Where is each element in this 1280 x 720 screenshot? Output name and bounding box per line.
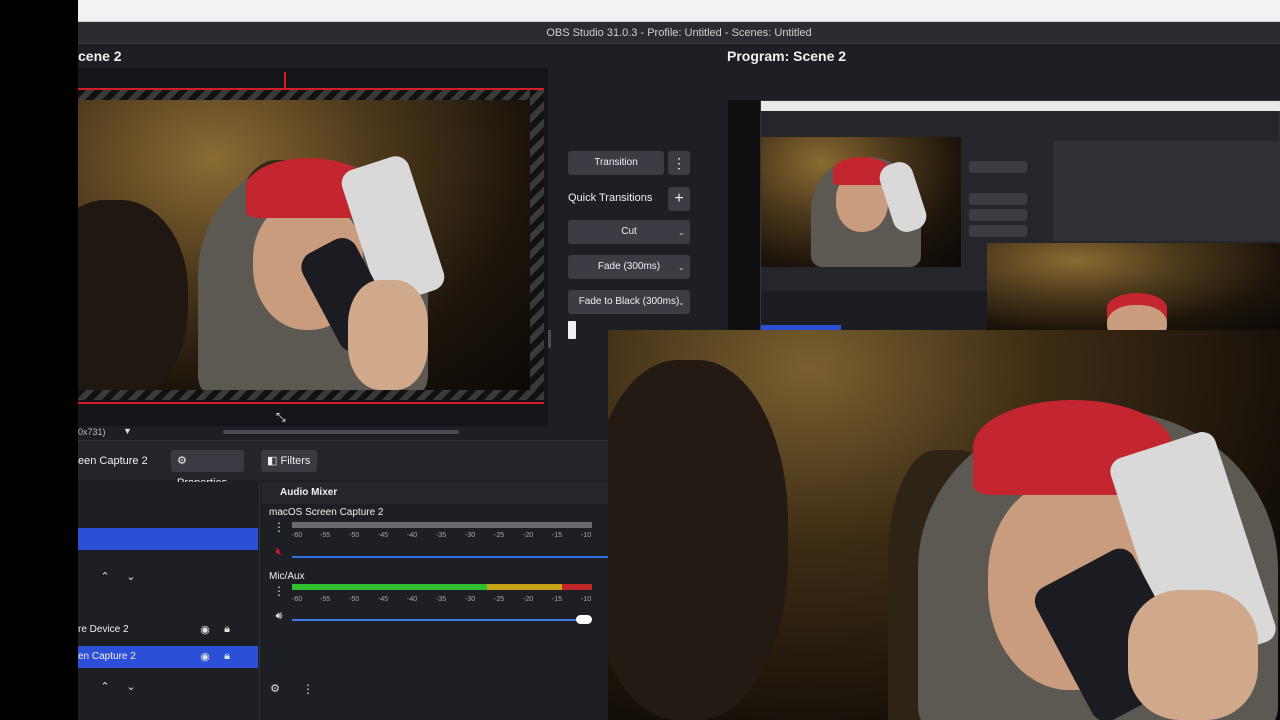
transitions-panel: Transition ⋮ Quick Transitions + Cut ⌄ F… <box>548 68 728 339</box>
preview-camera-feed <box>78 100 530 390</box>
move-down-icon[interactable]: ⌄ <box>124 680 138 693</box>
preview-scrollbar-horizontal[interactable] <box>223 430 459 434</box>
filters-label: Filters <box>280 455 311 467</box>
meter-scale: -60 -55 -50 -45 -40 -35 -30 -25 -20 -15 … <box>292 596 592 603</box>
lock-icon[interactable]: 🔒︎ <box>221 623 233 636</box>
audio-mixer-dock: Audio Mixer macOS Screen Capture 2 ⋮ -60… <box>262 482 610 720</box>
hazard-border-top <box>78 90 544 100</box>
window-title: OBS Studio 31.0.3 - Profile: Untitled - … <box>78 22 1280 44</box>
t-bar-handle[interactable] <box>568 321 576 339</box>
transition-more-icon[interactable]: ⋮ <box>668 151 690 175</box>
mixer-menu-icon[interactable]: ⋮ <box>302 682 314 696</box>
gear-icon: ⚙ <box>177 455 187 467</box>
move-up-icon[interactable]: ⌃ <box>98 680 112 693</box>
audio-mixer-title: Audio Mixer <box>262 482 610 504</box>
mac-menu-bar <box>78 0 1280 22</box>
preview-scene-label: cene 2 <box>78 48 122 64</box>
filters-button[interactable]: ◧ Filters <box>261 450 317 472</box>
left-black-margin <box>0 0 78 720</box>
camera-overlay-feed <box>608 330 1280 720</box>
chevron-down-icon[interactable]: ⌄ <box>678 298 685 307</box>
program-canvas <box>728 100 1280 330</box>
quick-transition-fade-label: Fade (300ms) <box>597 261 661 272</box>
selection-outline-bottom <box>78 402 544 404</box>
quick-transition-fade[interactable]: Fade (300ms) <box>568 255 690 279</box>
quick-transition-fade-to-black[interactable]: Fade to Black (300ms) <box>568 290 690 314</box>
nested-camera-feed <box>987 243 1280 330</box>
hazard-border-right <box>530 90 544 400</box>
program-scene-label: Program: Scene 2 <box>727 48 847 64</box>
scenes-sources-dock: ⌃ ⌄ re Device 2 ◉ 🔒︎ en Capture 2 ◉ 🔒︎ ⌃… <box>78 482 260 720</box>
transition-button[interactable]: Transition <box>568 151 664 175</box>
volume-meter-green <box>292 584 487 590</box>
chevron-down-icon[interactable]: ⌄ <box>678 263 685 272</box>
volume-slider[interactable] <box>292 556 610 558</box>
volume-slider[interactable] <box>292 619 582 621</box>
preview-canvas[interactable]: ⤡ <box>78 68 551 434</box>
source-toolbar <box>78 440 610 480</box>
scene-list-item-selected[interactable] <box>78 528 258 550</box>
channel-menu-icon[interactable]: ⋮ <box>273 520 285 534</box>
nested-preview-feed <box>761 137 961 267</box>
move-up-icon[interactable]: ⌃ <box>98 570 112 583</box>
chevron-down-icon[interactable]: ⌄ <box>678 228 685 237</box>
mute-speaker-icon[interactable]: 🔇︎ <box>273 546 285 559</box>
mixer-channel-name: Mic/Aux <box>269 571 305 582</box>
add-quick-transition-icon[interactable]: + <box>668 187 690 211</box>
volume-meter-red <box>562 584 592 590</box>
volume-meter <box>292 522 592 528</box>
volume-meter-yellow <box>487 584 562 590</box>
resize-cursor-icon: ⤡ <box>276 410 286 424</box>
lock-icon[interactable]: 🔒︎ <box>221 650 233 663</box>
eye-visibility-icon[interactable]: ◉ <box>198 623 212 636</box>
meter-scale: -60 -55 -50 -45 -40 -35 -30 -25 -20 -15 … <box>292 532 592 539</box>
volume-slider-handle[interactable] <box>576 615 592 624</box>
hazard-border-bottom <box>78 390 544 400</box>
channel-menu-icon[interactable]: ⋮ <box>273 584 285 598</box>
properties-button[interactable]: ⚙ Properties <box>171 450 244 489</box>
program-nested-obs-window <box>760 100 1280 330</box>
chevron-down-icon[interactable]: ▼ <box>123 426 132 436</box>
selected-source-name: een Capture 2 <box>78 455 148 467</box>
quick-transition-cut-label: Cut <box>621 226 637 237</box>
obs-window: OBS Studio 31.0.3 - Profile: Untitled - … <box>78 0 1280 720</box>
resize-handle-top[interactable] <box>284 72 286 90</box>
filter-icon: ◧ <box>267 455 278 467</box>
eye-visibility-icon[interactable]: ◉ <box>198 650 212 663</box>
source-item-label: en Capture 2 <box>78 651 136 662</box>
canvas-resolution[interactable]: 0x731) <box>78 426 106 438</box>
speaker-icon[interactable]: 🔊︎ <box>273 610 285 623</box>
move-down-icon[interactable]: ⌄ <box>124 570 138 583</box>
quick-transitions-label: Quick Transitions <box>568 192 653 204</box>
mixer-channel-name: macOS Screen Capture 2 <box>269 507 384 518</box>
gear-icon[interactable]: ⚙ <box>268 682 282 695</box>
quick-transition-fade-to-black-label: Fade to Black (300ms) <box>578 296 680 307</box>
quick-transition-cut[interactable]: Cut <box>568 220 690 244</box>
source-item-label: re Device 2 <box>78 624 129 635</box>
